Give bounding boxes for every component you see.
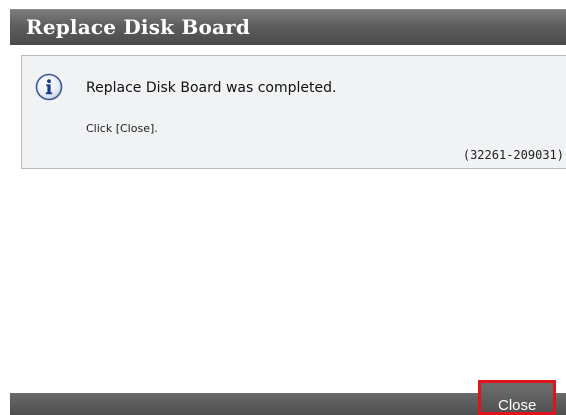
dialog-title-bar: Replace Disk Board — [10, 9, 566, 45]
message-instruction: Click [Close]. — [86, 122, 158, 135]
replace-disk-board-dialog: Replace Disk Board Replace Disk Board wa… — [10, 9, 566, 415]
info-icon — [35, 73, 63, 101]
message-text: Replace Disk Board was completed. — [86, 80, 337, 96]
close-button[interactable]: Close — [478, 380, 556, 415]
message-panel: Replace Disk Board was completed. Click … — [21, 55, 566, 169]
message-code: (32261-209031) — [462, 148, 564, 162]
close-button-label: Close — [498, 397, 537, 414]
dialog-title: Replace Disk Board — [26, 15, 251, 39]
